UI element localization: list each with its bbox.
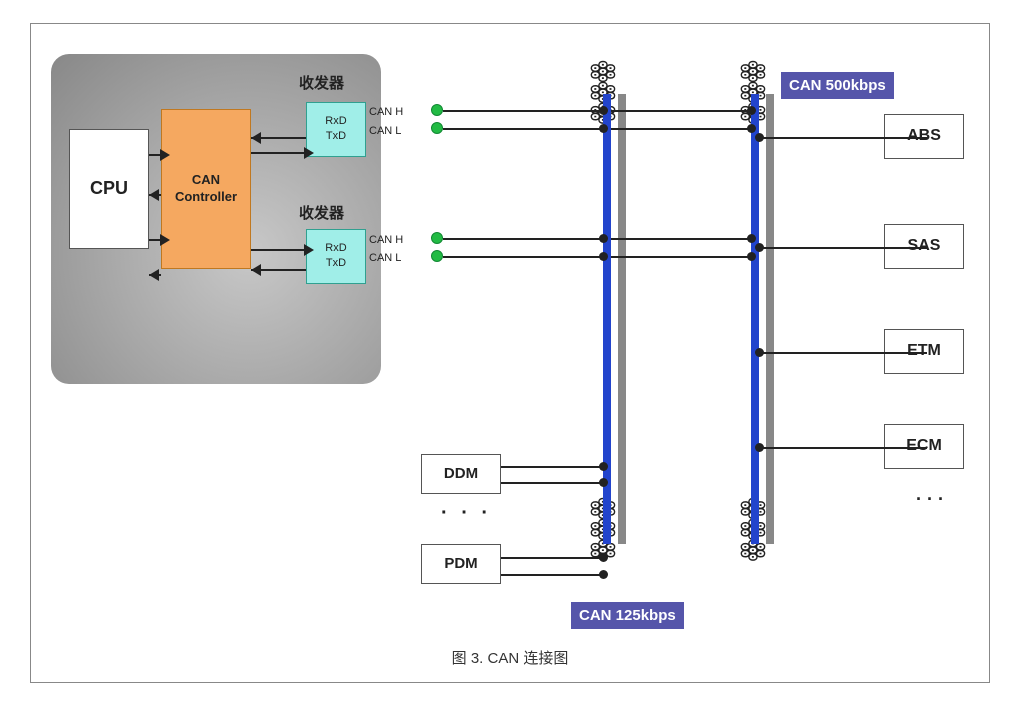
hline-ddm-top xyxy=(501,466,603,468)
hline-pdm-top xyxy=(501,557,603,559)
dot-abs xyxy=(755,133,764,142)
bus-blue xyxy=(603,94,611,544)
hline-bot-canh xyxy=(611,238,751,240)
dot-ecm xyxy=(755,443,764,452)
h-arrow-3 xyxy=(251,249,306,251)
can-controller-box: CANController xyxy=(161,109,251,269)
transceiver1-label: 收发器 xyxy=(299,72,344,93)
dot-green-3 xyxy=(431,232,443,244)
arrow-left-2 xyxy=(149,269,159,281)
hline-etm xyxy=(759,352,927,354)
can-controller-label: CANController xyxy=(175,172,237,206)
diagram-area: CPU CANController 收发器 RxD TxD CAN H xyxy=(41,34,979,639)
hline-top-canh xyxy=(611,110,751,112)
main-container: CPU CANController 收发器 RxD TxD CAN H xyxy=(30,23,990,683)
h-arrow-1 xyxy=(251,152,306,154)
arr-1 xyxy=(304,147,314,159)
cpu-box: CPU xyxy=(69,129,149,249)
dot-ddm-top xyxy=(599,462,608,471)
ellipsis-middle: · · · xyxy=(441,502,492,525)
canh-label2: CAN H xyxy=(369,234,403,246)
dot-ddm-bot xyxy=(599,478,608,487)
canh-label1: CAN H xyxy=(369,106,403,118)
dot-bus-1 xyxy=(599,106,608,115)
arrow-right-2 xyxy=(160,234,170,246)
transceiver2-label: 收发器 xyxy=(299,202,344,223)
hline-bot-canl xyxy=(611,256,751,258)
hline-canl1 xyxy=(443,128,606,130)
dot-green-2 xyxy=(431,122,443,134)
bus-gray-1 xyxy=(618,94,626,544)
hline-ddm-bot xyxy=(501,482,603,484)
device-pdm: PDM xyxy=(421,544,501,584)
dot-pdm-top xyxy=(599,553,608,562)
dot-rbus-3 xyxy=(747,252,756,261)
arr-4 xyxy=(251,264,261,276)
bus-gray-right xyxy=(766,94,774,544)
arrow-left-1 xyxy=(149,189,159,201)
hline-abs xyxy=(759,137,927,139)
dot-bus-2 xyxy=(599,124,608,133)
canl-label1: CAN L xyxy=(369,125,401,137)
hline-canl2 xyxy=(443,256,606,258)
hline-sas xyxy=(759,247,927,249)
arr-2 xyxy=(251,132,261,144)
dot-rbus-4 xyxy=(747,234,756,243)
dot-green-4 xyxy=(431,250,443,262)
arr-3 xyxy=(304,244,314,256)
hline-canh2 xyxy=(443,238,606,240)
caption: 图 3. CAN 连接图 xyxy=(452,639,569,672)
transceiver2-box: RxD TxD xyxy=(306,229,366,284)
arrow-right-1 xyxy=(160,149,170,161)
hline-pdm-bot xyxy=(501,574,603,576)
canl-label2: CAN L xyxy=(369,252,401,264)
bus-blue-right xyxy=(751,94,759,544)
can-badge-500: CAN 500kbps xyxy=(781,72,894,100)
dot-sas xyxy=(755,243,764,252)
ellipsis-right: · · · xyxy=(916,489,944,510)
can-badge-125: CAN 125kbps xyxy=(571,602,684,630)
dot-green-1 xyxy=(431,104,443,116)
dot-etm xyxy=(755,348,764,357)
dot-rbus-1 xyxy=(747,106,756,115)
hline-ecm xyxy=(759,447,927,449)
device-ddm: DDM xyxy=(421,454,501,494)
dot-bus-3 xyxy=(599,234,608,243)
dot-pdm-bot xyxy=(599,570,608,579)
cpu-label: CPU xyxy=(90,178,128,199)
hline-top-canl xyxy=(611,128,751,130)
dot-rbus-2 xyxy=(747,124,756,133)
dot-bus-4 xyxy=(599,252,608,261)
transceiver1-box: RxD TxD xyxy=(306,102,366,157)
hline-canh1 xyxy=(443,110,606,112)
